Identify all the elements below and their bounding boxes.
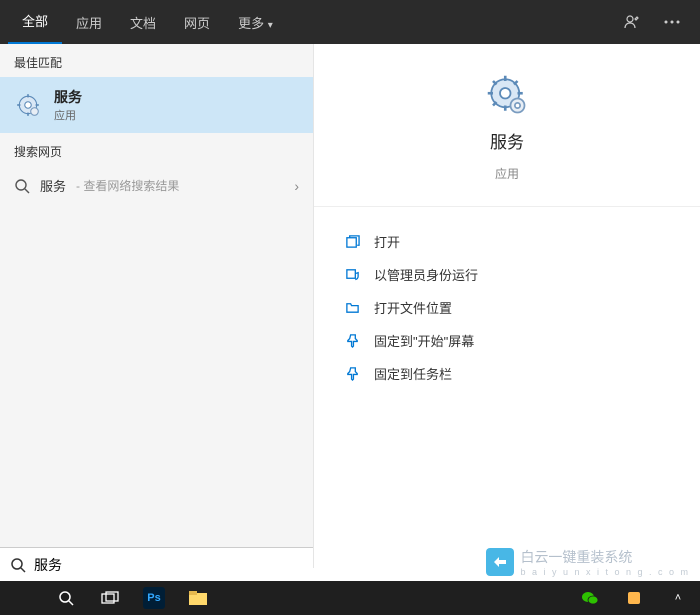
detail-panel: 服务 应用 打开 以管理员身份运行 打开文件位置 固定到"开始"屏幕 固 [313, 44, 700, 568]
photoshop-icon: Ps [143, 587, 165, 609]
taskbar-app-photoshop[interactable]: Ps [132, 581, 176, 615]
admin-shield-icon [344, 267, 360, 283]
more-options-icon[interactable] [652, 0, 692, 44]
web-search-hint: - 查看网络搜索结果 [76, 177, 179, 194]
search-results-content: 最佳匹配 服务 应用 搜索网页 服务 - 查看网络搜索结果 › 服务 [0, 44, 700, 568]
pin-icon [344, 333, 360, 349]
action-open[interactable]: 打开 [344, 225, 670, 258]
action-run-as-admin[interactable]: 以管理员身份运行 [344, 258, 670, 291]
tab-documents[interactable]: 文档 [116, 1, 170, 44]
tab-all[interactable]: 全部 [8, 0, 62, 45]
action-open-file-location[interactable]: 打开文件位置 [344, 291, 670, 324]
web-search-item[interactable]: 服务 - 查看网络搜索结果 › [0, 166, 313, 205]
search-icon [10, 557, 26, 573]
best-match-title: 服务 [54, 87, 82, 107]
action-label: 打开 [374, 232, 400, 251]
tray-chevron-up-icon[interactable]: ˄ [656, 581, 700, 615]
web-search-header: 搜索网页 [0, 133, 313, 166]
search-bar [0, 547, 313, 581]
detail-subtitle: 应用 [495, 165, 519, 182]
watermark-logo-icon [486, 548, 514, 576]
detail-actions: 打开 以管理员身份运行 打开文件位置 固定到"开始"屏幕 固定到任务栏 [314, 207, 700, 408]
action-pin-to-start[interactable]: 固定到"开始"屏幕 [344, 324, 670, 357]
folder-icon [344, 300, 360, 316]
taskbar-app-explorer[interactable] [176, 581, 220, 615]
tray-wechat-icon[interactable] [568, 581, 612, 615]
open-icon [344, 234, 360, 250]
search-input[interactable] [34, 557, 303, 573]
services-gear-icon [486, 74, 528, 116]
feedback-icon[interactable] [612, 0, 652, 44]
search-tabs-bar: 全部 应用 文档 网页 更多 ▾ [0, 0, 700, 44]
tray-app-icon[interactable] [612, 581, 656, 615]
watermark: 白云一键重装系统 b a i y u n x i t o n g . c o m [486, 547, 690, 577]
best-match-header: 最佳匹配 [0, 44, 313, 77]
taskbar: Ps ˄ [0, 581, 700, 615]
tab-apps[interactable]: 应用 [62, 1, 116, 44]
services-gear-icon [14, 91, 42, 119]
action-label: 固定到任务栏 [374, 364, 452, 383]
web-search-term: 服务 [40, 176, 66, 195]
results-list-panel: 最佳匹配 服务 应用 搜索网页 服务 - 查看网络搜索结果 › [0, 44, 313, 568]
detail-title: 服务 [490, 128, 524, 153]
detail-header: 服务 应用 [314, 74, 700, 207]
action-label: 固定到"开始"屏幕 [374, 331, 474, 350]
search-icon [14, 178, 30, 194]
tab-more[interactable]: 更多 ▾ [224, 1, 287, 44]
action-label: 以管理员身份运行 [374, 265, 478, 284]
pin-icon [344, 366, 360, 382]
best-match-subtitle: 应用 [54, 107, 82, 123]
best-match-item[interactable]: 服务 应用 [0, 77, 313, 133]
watermark-url: b a i y u n x i t o n g . c o m [520, 567, 690, 577]
taskbar-search-icon[interactable] [44, 581, 88, 615]
taskbar-task-view-icon[interactable] [88, 581, 132, 615]
watermark-text: 白云一键重装系统 [520, 549, 632, 565]
chevron-right-icon: › [294, 178, 299, 194]
action-label: 打开文件位置 [374, 298, 452, 317]
tab-web[interactable]: 网页 [170, 1, 224, 44]
action-pin-to-taskbar[interactable]: 固定到任务栏 [344, 357, 670, 390]
